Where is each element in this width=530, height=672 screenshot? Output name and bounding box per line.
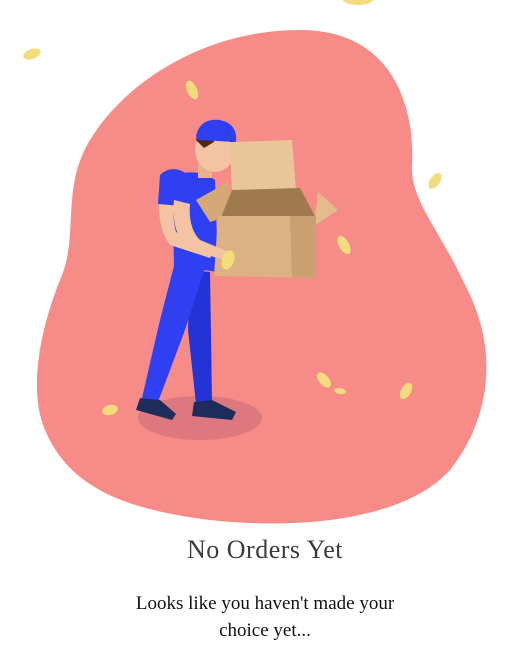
- leaf-icon: [428, 173, 442, 189]
- box-back-flap: [230, 140, 296, 194]
- box-side-shade: [290, 216, 316, 278]
- empty-state-title: No Orders Yet: [187, 535, 343, 564]
- leaf-icon: [23, 48, 41, 60]
- sleeve: [158, 169, 184, 206]
- leaf-icon: [342, 0, 374, 5]
- box-interior: [220, 188, 316, 220]
- empty-orders-illustration: [23, 0, 487, 524]
- empty-state-message: Looks like you haven't made your choice …: [135, 593, 395, 641]
